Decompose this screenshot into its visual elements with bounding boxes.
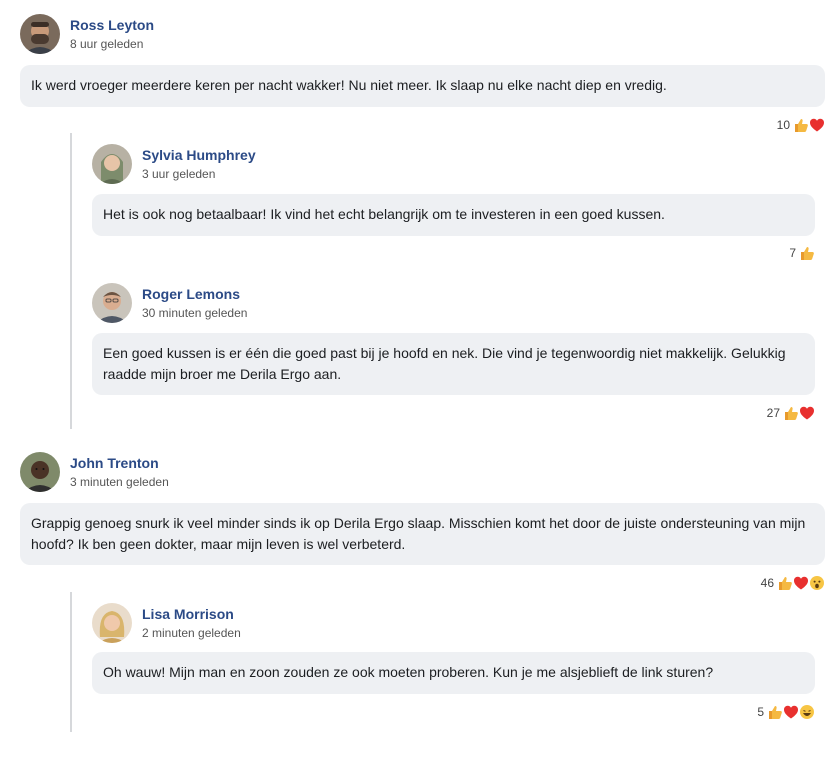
thumbs-up-icon [777, 575, 793, 591]
author-name[interactable]: Ross Leyton [70, 16, 154, 34]
heart-icon [809, 117, 825, 133]
thumbs-up-icon [793, 117, 809, 133]
heart-icon [799, 405, 815, 421]
reply-comment: Lisa Morrison 2 minuten geleden Oh wauw!… [92, 603, 815, 719]
reactions-summary[interactable]: 10 [777, 115, 825, 135]
thumbs-up-icon [783, 405, 799, 421]
thumbs-up-icon [799, 245, 815, 261]
reactions-summary[interactable]: 5 [757, 702, 815, 722]
comment-bubble: Ik werd vroeger meerdere keren per nacht… [20, 65, 825, 107]
avatar[interactable] [20, 452, 60, 492]
heart-icon [793, 575, 809, 591]
comment-bubble: Het is ook nog betaalbaar! Ik vind het e… [92, 194, 815, 236]
comment-text: Oh wauw! Mijn man en zoon zouden ze ook … [103, 664, 714, 680]
thumbs-up-icon [767, 704, 783, 720]
author-name[interactable]: Sylvia Humphrey [142, 146, 256, 164]
timestamp: 3 uur geleden [142, 167, 216, 181]
reactions-summary[interactable]: 7 [789, 243, 815, 263]
author-name[interactable]: Roger Lemons [142, 285, 247, 303]
avatar[interactable] [92, 144, 132, 184]
comment-text: Ik werd vroeger meerdere keren per nacht… [31, 77, 667, 93]
comment-bubble: Een goed kussen is er één die goed past … [92, 333, 815, 395]
reply-thread-line [70, 592, 72, 732]
reaction-count: 46 [760, 576, 774, 590]
reaction-count: 10 [776, 118, 790, 132]
timestamp: 3 minuten geleden [70, 475, 169, 489]
comment-bubble: Grappig genoeg snurk ik veel minder sind… [20, 503, 825, 565]
avatar[interactable] [20, 14, 60, 54]
author-name[interactable]: Lisa Morrison [142, 605, 241, 623]
timestamp: 2 minuten geleden [142, 626, 241, 640]
wow-icon [809, 575, 825, 591]
avatar[interactable] [92, 283, 132, 323]
avatar[interactable] [92, 603, 132, 643]
reaction-count: 5 [757, 705, 764, 719]
comment-text: Een goed kussen is er één die goed past … [103, 345, 786, 382]
timestamp: 30 minuten geleden [142, 306, 248, 320]
comment-bubble: Oh wauw! Mijn man en zoon zouden ze ook … [92, 652, 815, 694]
reactions-summary[interactable]: 46 [761, 573, 825, 593]
heart-icon [783, 704, 799, 720]
reply-thread-line [70, 133, 72, 429]
reaction-count: 27 [766, 406, 780, 420]
comment-text: Het is ook nog betaalbaar! Ik vind het e… [103, 206, 665, 222]
haha-icon [799, 704, 815, 720]
reply-comment: Sylvia Humphrey 3 uur geleden Het is ook… [92, 144, 815, 260]
comment: Ross Leyton 8 uur geleden Ik werd vroege… [20, 14, 825, 132]
timestamp: 8 uur geleden [70, 37, 144, 51]
reaction-count: 7 [789, 246, 796, 260]
reply-comment: Roger Lemons 30 minuten geleden Een goed… [92, 283, 815, 420]
author-name[interactable]: John Trenton [70, 454, 169, 472]
comment: John Trenton 3 minuten geleden Grappig g… [20, 452, 825, 590]
reactions-summary[interactable]: 27 [767, 403, 815, 423]
comment-text: Grappig genoeg snurk ik veel minder sind… [31, 515, 806, 552]
